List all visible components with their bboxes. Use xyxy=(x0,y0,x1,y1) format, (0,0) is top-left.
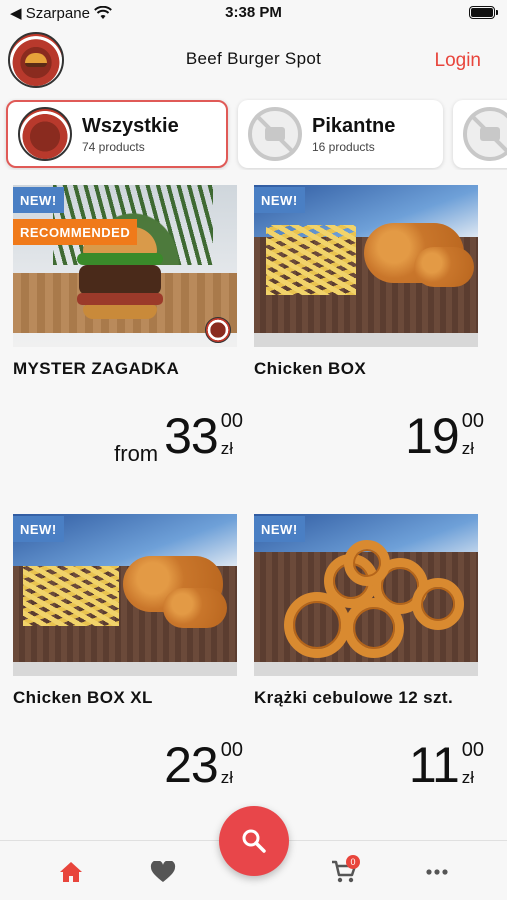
nav-home[interactable] xyxy=(57,859,85,885)
no-image-icon xyxy=(248,107,302,161)
category-chip-partial[interactable] xyxy=(453,100,507,168)
price-currency: zł xyxy=(461,439,475,458)
no-image-icon xyxy=(463,107,507,161)
price-integer: 23 xyxy=(164,737,219,793)
category-logo-image xyxy=(18,107,72,161)
product-card-myster-zagadka[interactable]: NEW! RECOMMENDED MYSTER ZAGADKA from 33 … xyxy=(13,185,243,475)
price-currency: zł xyxy=(461,768,475,787)
product-name: Krążki cebulowe 12 szt. xyxy=(254,688,454,707)
category-bar[interactable]: Wszystkie 74 products Pikantne 16 produc… xyxy=(0,98,507,170)
product-name: Chicken BOX XL xyxy=(13,688,153,707)
price-integer: 11 xyxy=(408,737,460,793)
category-name: Wszystkie xyxy=(82,114,179,137)
recommended-badge: RECOMMENDED xyxy=(13,219,138,245)
status-time: 3:38 PM xyxy=(225,4,282,21)
product-card-chicken-box[interactable]: NEW! Chicken BOX 19 00 zł xyxy=(254,185,484,475)
price-integer: 33 xyxy=(164,408,219,464)
category-chip-spicy[interactable]: Pikantne 16 products xyxy=(238,100,443,168)
nav-cart[interactable]: 0 xyxy=(330,855,360,885)
product-price: 23 00 zł xyxy=(164,740,243,790)
login-button[interactable]: Login xyxy=(435,50,482,72)
battery-icon xyxy=(469,6,498,19)
heart-icon xyxy=(150,861,176,882)
new-badge: NEW! xyxy=(254,187,305,213)
search-icon xyxy=(242,829,266,853)
product-price: 19 00 zł xyxy=(405,411,484,461)
app-header: Beef Burger Spot Login xyxy=(0,30,507,92)
product-name: MYSTER ZAGADKA xyxy=(13,359,180,378)
product-price: from 33 00 zł xyxy=(114,411,243,467)
category-count: 16 products xyxy=(312,139,375,154)
nav-more[interactable] xyxy=(423,859,451,885)
product-name: Chicken BOX xyxy=(254,359,367,378)
nav-favorites[interactable] xyxy=(149,859,177,885)
price-decimal: 00 xyxy=(461,410,484,432)
new-badge: NEW! xyxy=(254,516,305,542)
product-card-chicken-box-xl[interactable]: NEW! Chicken BOX XL 23 00 zł xyxy=(13,514,243,804)
product-price: 11 00 zł xyxy=(409,740,484,790)
category-chip-all[interactable]: Wszystkie 74 products xyxy=(6,100,228,168)
price-decimal: 00 xyxy=(220,410,243,432)
category-count: 74 products xyxy=(82,139,145,154)
product-card-onion-rings[interactable]: NEW! Krążki cebulowe 12 szt. 11 00 zł xyxy=(254,514,484,804)
price-decimal: 00 xyxy=(461,739,484,761)
new-badge: NEW! xyxy=(13,187,64,213)
price-decimal: 00 xyxy=(220,739,243,761)
price-integer: 19 xyxy=(405,408,460,464)
cart-count-badge: 0 xyxy=(346,855,360,869)
category-name: Pikantne xyxy=(312,114,396,137)
search-button[interactable] xyxy=(219,806,289,876)
new-badge: NEW! xyxy=(13,516,64,542)
brand-watermark-logo xyxy=(205,317,231,343)
status-bar: ◀ Szarpane 3:38 PM xyxy=(0,0,507,28)
price-currency: zł xyxy=(220,768,234,787)
home-icon xyxy=(60,862,82,882)
page-title: Beef Burger Spot xyxy=(185,49,322,68)
price-currency: zł xyxy=(220,439,234,458)
price-prefix: from xyxy=(114,441,159,466)
more-icon xyxy=(426,869,448,875)
